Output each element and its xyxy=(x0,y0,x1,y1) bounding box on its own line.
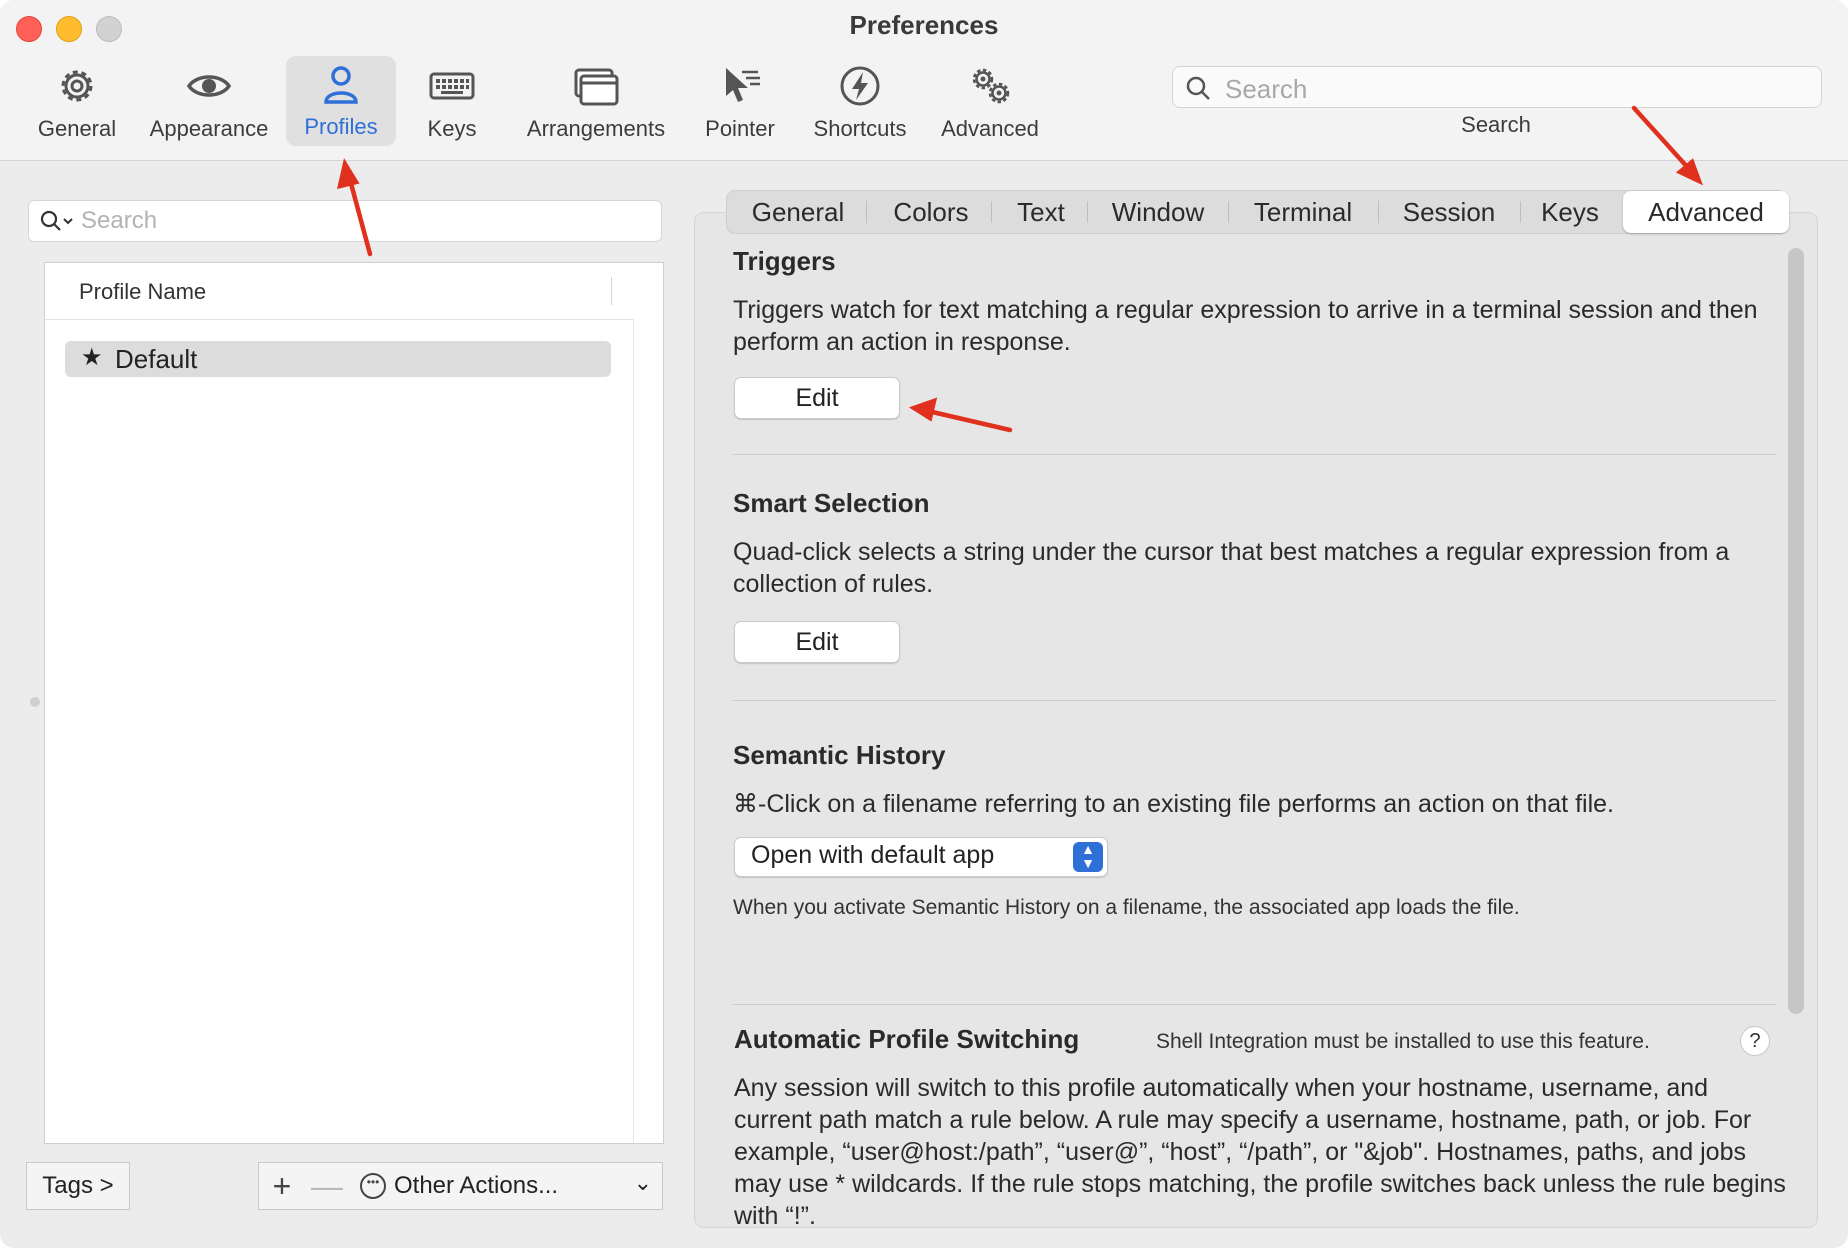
profile-row-default[interactable]: ★ Default xyxy=(65,341,611,377)
toolbar-item-label: General xyxy=(37,116,117,141)
star-icon: ★ xyxy=(81,344,103,371)
tab-keys[interactable]: Keys xyxy=(1521,191,1619,233)
keyboard-icon xyxy=(429,72,475,100)
semantic-history-note: When you activate Semantic History on a … xyxy=(733,896,1520,919)
automatic-profile-switching-clip: Any session will switch to this profile … xyxy=(734,1072,1786,1224)
toolbar-item-label: Appearance xyxy=(149,116,269,141)
scrollbar[interactable] xyxy=(1788,248,1804,1014)
profile-table: Profile Name ★ Default xyxy=(44,262,664,1144)
tab-general[interactable]: General xyxy=(727,191,869,233)
preferences-window: Preferences General Appearance Profiles … xyxy=(0,0,1848,1248)
profile-search-input[interactable]: Search xyxy=(28,200,662,242)
annotation-arrowhead xyxy=(1675,158,1704,186)
tab-advanced[interactable]: Advanced xyxy=(1623,191,1789,233)
column-divider xyxy=(611,277,612,305)
tags-button[interactable]: Tags > xyxy=(26,1162,130,1210)
toolbar: Preferences General Appearance Profiles … xyxy=(0,0,1848,161)
toolbar-item-general[interactable]: General xyxy=(28,58,126,146)
remove-profile-button[interactable]: — xyxy=(304,1162,351,1210)
section-divider xyxy=(732,454,1776,455)
automatic-profile-switching-heading: Automatic Profile Switching xyxy=(734,1024,1080,1054)
help-button[interactable]: ? xyxy=(1740,1026,1770,1056)
tab-window[interactable]: Window xyxy=(1089,191,1227,233)
tab-colors[interactable]: Colors xyxy=(869,191,993,233)
toolbar-item-label: Profiles xyxy=(304,114,378,139)
section-divider xyxy=(732,700,1776,701)
section-divider xyxy=(732,1004,1776,1005)
search-placeholder: Search xyxy=(81,207,158,234)
semantic-history-description: ⌘-Click on a filename referring to an ex… xyxy=(733,790,1614,818)
profile-table-header[interactable]: Profile Name xyxy=(45,263,633,320)
chevron-updown-icon: ▲ ▼ xyxy=(1073,842,1103,872)
profile-name-column-header: Profile Name xyxy=(79,279,207,304)
bolt-icon xyxy=(840,66,880,106)
other-actions-label: Other Actions... xyxy=(394,1172,559,1199)
automatic-profile-switching-description: Any session will switch to this profile … xyxy=(734,1074,1786,1224)
toolbar-item-label: Shortcuts xyxy=(813,116,907,141)
toolbar-item-appearance[interactable]: Appearance xyxy=(142,58,276,146)
other-actions-menu[interactable]: ••• Other Actions... ⌄ xyxy=(350,1162,663,1210)
annotation-arrowhead xyxy=(336,158,360,190)
pointer-icon xyxy=(726,68,760,102)
smart-selection-heading: Smart Selection xyxy=(733,488,930,518)
smart-selection-description: Quad-click selects a string under the cu… xyxy=(733,538,1730,598)
toolbar-search-field[interactable]: Search xyxy=(1172,66,1822,108)
triggers-heading: Triggers xyxy=(733,246,836,276)
toolbar-search-label: Search xyxy=(1461,112,1531,137)
tab-divider xyxy=(866,201,867,223)
toolbar-item-shortcuts[interactable]: Shortcuts xyxy=(806,58,914,146)
person-icon xyxy=(324,66,358,104)
tab-session[interactable]: Session xyxy=(1379,191,1519,233)
shell-integration-note: Shell Integration must be installed to u… xyxy=(1156,1030,1650,1053)
gear-icon xyxy=(61,70,93,102)
gears-icon xyxy=(972,68,1010,104)
smart-selection-edit-button[interactable]: Edit xyxy=(734,621,900,663)
search-icon xyxy=(40,210,73,231)
toolbar-item-profiles[interactable]: Profiles xyxy=(286,56,396,146)
split-view-handle[interactable] xyxy=(30,697,40,707)
triggers-description: Triggers watch for text matching a regul… xyxy=(733,296,1758,356)
ellipsis-circle-icon: ••• xyxy=(360,1173,386,1199)
toolbar-item-arrangements[interactable]: Arrangements xyxy=(520,58,672,146)
toolbar-item-label: Advanced xyxy=(941,116,1039,141)
toolbar-item-label: Pointer xyxy=(705,116,775,141)
chevron-down-icon: ⌄ xyxy=(633,1170,652,1195)
profile-name: Default xyxy=(115,344,198,374)
toolbar-item-pointer[interactable]: Pointer xyxy=(700,58,780,146)
toolbar-item-advanced[interactable]: Advanced xyxy=(936,58,1044,146)
table-divider xyxy=(633,319,634,1143)
tab-divider xyxy=(991,201,992,223)
eye-icon xyxy=(186,75,232,97)
toolbar-item-label: Keys xyxy=(427,116,477,141)
select-value: Open with default app xyxy=(751,841,995,869)
toolbar-item-keys[interactable]: Keys xyxy=(416,58,488,146)
search-placeholder: Search xyxy=(1225,74,1308,104)
search-icon xyxy=(1186,76,1210,100)
windows-icon xyxy=(574,68,619,106)
tab-divider xyxy=(1087,201,1088,223)
triggers-edit-button[interactable]: Edit xyxy=(734,377,900,419)
profile-tabs: General Colors Text Window Terminal Sess… xyxy=(726,190,1789,234)
toolbar-item-label: Arrangements xyxy=(526,116,666,141)
add-profile-button[interactable]: + xyxy=(258,1162,306,1210)
semantic-history-action-select[interactable]: Open with default app ▲ ▼ xyxy=(734,837,1108,877)
semantic-history-heading: Semantic History xyxy=(733,740,946,770)
window-title: Preferences xyxy=(849,10,999,40)
tab-terminal[interactable]: Terminal xyxy=(1229,191,1377,233)
tab-text[interactable]: Text xyxy=(993,191,1089,233)
